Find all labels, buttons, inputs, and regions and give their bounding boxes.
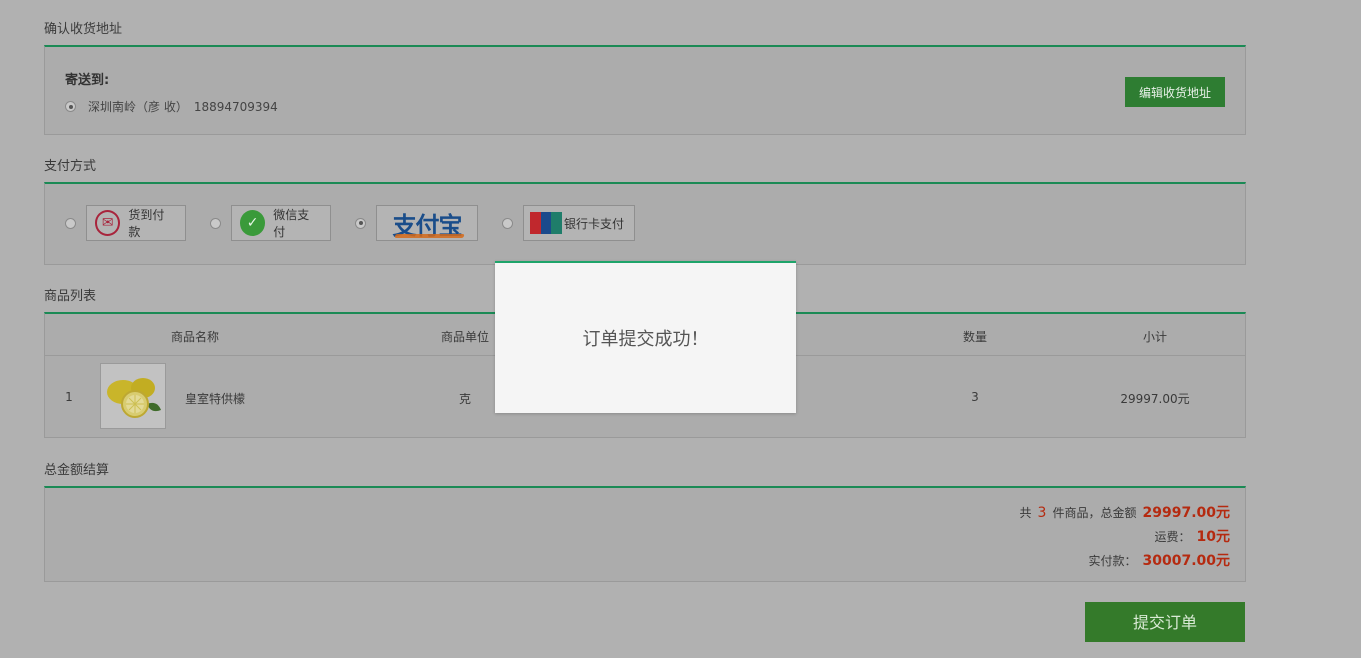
payment-radio[interactable] xyxy=(355,217,366,229)
paid-line: 实付款： 30007.00元 xyxy=(1088,550,1230,570)
count-prefix: 共 xyxy=(1019,506,1032,520)
product-thumbnail[interactable] xyxy=(100,363,166,429)
submit-order-button[interactable]: 提交订单 xyxy=(1085,602,1245,642)
payment-option-wechat[interactable]: ✓ 微信支付 xyxy=(210,205,331,241)
column-header-subtotal: 小计 xyxy=(1142,330,1168,344)
total-line: 共 3 件商品，总金额 29997.00元 xyxy=(1020,502,1230,522)
paid-amount: 30007.00元 xyxy=(1142,553,1230,569)
address-radio[interactable] xyxy=(65,101,76,112)
totals-section-title: 总金额结算 xyxy=(44,463,110,478)
total-amount: 29997.00元 xyxy=(1142,505,1230,521)
payment-section-title: 支付方式 xyxy=(44,159,97,174)
address-phone: 18894709394 xyxy=(193,99,278,114)
payment-label: 银行卡支付 xyxy=(564,216,625,231)
paid-label: 实付款： xyxy=(1088,554,1137,568)
payment-label: 微信支付 xyxy=(273,208,310,239)
address-text: 深圳南岭（彦 收） xyxy=(88,100,188,114)
payment-label: 货到付款 xyxy=(128,208,165,239)
count-suffix: 件商品，总金额 xyxy=(1052,506,1137,520)
product-subtotal: 29997.00元 xyxy=(1120,392,1190,406)
shipping-label: 运费： xyxy=(1154,530,1191,544)
toast-message: 订单提交成功！ xyxy=(582,329,709,350)
edit-address-button[interactable]: 编辑收货地址 xyxy=(1125,77,1225,107)
alipay-logo: 支付宝 xyxy=(393,206,463,241)
shipping-line: 运费： 10元 xyxy=(1155,526,1231,546)
address-box: 寄送到: 深圳南岭（彦 收） 18894709394 编辑收货地址 xyxy=(44,45,1246,135)
cash-on-delivery-icon: ✉ xyxy=(95,210,121,236)
address-section-title: 确认收货地址 xyxy=(44,22,123,37)
payment-radio[interactable] xyxy=(210,217,221,229)
payment-option-bankcard[interactable]: 银行卡支付 xyxy=(502,205,635,241)
product-quantity: 3 xyxy=(971,390,979,404)
totals-box: 共 3 件商品，总金额 29997.00元 运费： 10元 实付款： 30007… xyxy=(44,486,1246,582)
row-index: 1 xyxy=(65,390,73,404)
payment-box: ✉ 货到付款 ✓ 微信支付 支付宝 银行卡支付 xyxy=(44,182,1246,265)
column-header-name: 商品名称 xyxy=(170,330,220,344)
payment-option-alipay[interactable]: 支付宝 xyxy=(355,205,478,241)
payment-card[interactable]: ✓ 微信支付 xyxy=(231,205,331,241)
column-header-unit: 商品单位 xyxy=(440,330,490,344)
product-section-title: 商品列表 xyxy=(44,289,97,304)
wechat-pay-icon: ✓ xyxy=(240,210,266,236)
column-header-quantity: 数量 xyxy=(962,330,988,344)
payment-option-cod[interactable]: ✉ 货到付款 xyxy=(65,205,186,241)
shipping-amount: 10元 xyxy=(1196,529,1230,545)
address-option[interactable]: 深圳南岭（彦 收） 18894709394 xyxy=(65,98,278,115)
send-to-label: 寄送到: xyxy=(65,73,110,88)
item-count: 3 xyxy=(1037,505,1047,521)
payment-card[interactable]: ✉ 货到付款 xyxy=(86,205,186,241)
payment-radio[interactable] xyxy=(65,217,76,229)
order-success-toast: 订单提交成功！ xyxy=(495,261,796,413)
payment-card[interactable]: 支付宝 xyxy=(376,205,478,241)
product-name[interactable]: 皇室特供檬 xyxy=(185,390,245,407)
unionpay-icon xyxy=(530,212,563,234)
product-unit: 克 xyxy=(458,392,472,406)
payment-card[interactable]: 银行卡支付 xyxy=(523,205,635,241)
payment-radio[interactable] xyxy=(502,217,513,229)
